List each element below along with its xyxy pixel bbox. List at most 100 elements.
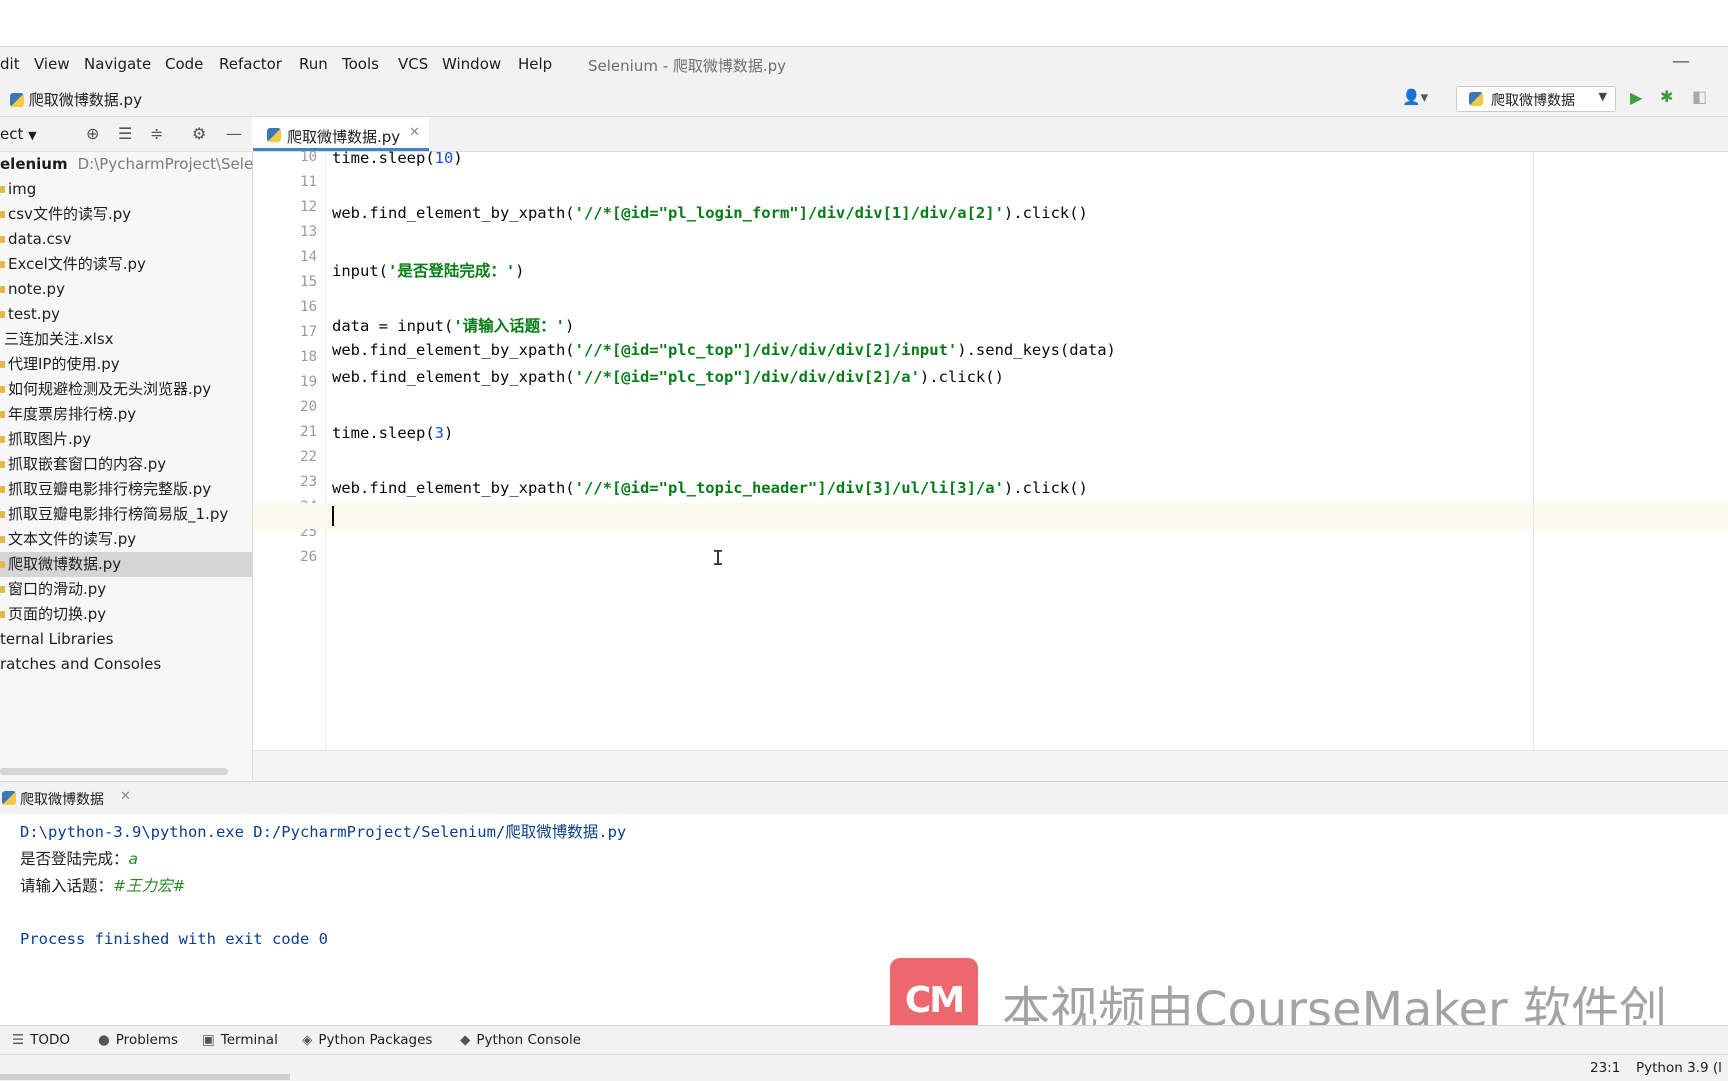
tree-item[interactable]: data.csv: [0, 227, 252, 252]
tree-item[interactable]: test.py: [0, 302, 252, 327]
menu-navigate[interactable]: Navigate: [84, 55, 151, 73]
code-line-16[interactable]: data = input('请输入话题：'): [332, 314, 574, 336]
menu-vcs[interactable]: VCS: [398, 55, 428, 73]
console-line-1: 是否登陆完成：a: [20, 850, 139, 868]
chevron-down-icon: ▼: [1598, 90, 1607, 103]
editor-tab-bar: 爬取微博数据.py ✕: [253, 117, 1728, 152]
tree-item[interactable]: 三连加关注.xlsx: [0, 327, 252, 352]
text-caret: [332, 506, 334, 526]
line-number: 23: [300, 474, 317, 490]
screen-top-area: [0, 0, 1728, 46]
tree-item[interactable]: 抓取嵌套窗口的内容.py: [0, 452, 252, 477]
tree-item[interactable]: note.py: [0, 277, 252, 302]
minimize-button[interactable]: —: [1672, 51, 1690, 72]
problems-button[interactable]: ● Problems: [98, 1032, 178, 1048]
line-number: 16: [300, 299, 317, 315]
taskbar-strip: [0, 1074, 290, 1080]
tree-item[interactable]: 代理IP的使用.py: [0, 352, 252, 377]
line-number: 26: [300, 549, 317, 565]
menu-bar: dit View Navigate Code Refactor Run Tool…: [0, 46, 1728, 83]
hide-icon[interactable]: —: [226, 124, 242, 143]
breadcrumb-file[interactable]: 爬取微博数据.py: [29, 91, 142, 109]
line-number: 17: [300, 324, 317, 340]
line-number: 20: [300, 399, 317, 415]
menu-window[interactable]: Window: [442, 55, 501, 73]
right-margin-guide: [1533, 152, 1534, 750]
code-editor[interactable]: [326, 152, 1728, 750]
code-line-22[interactable]: web.find_element_by_xpath('//*[@id="pl_t…: [332, 479, 1088, 497]
editor-bottom-area: [253, 750, 1728, 781]
current-line-highlight: [253, 503, 1728, 529]
tree-item[interactable]: Excel文件的读写.py: [0, 252, 252, 277]
menu-help[interactable]: Help: [518, 55, 552, 73]
tree-item[interactable]: 抓取豆瓣电影排行榜简易版_1.py: [0, 502, 252, 527]
user-icon[interactable]: 👤▾: [1402, 88, 1428, 106]
tree-root[interactable]: elenium D:\PycharmProject\Seleniu: [0, 152, 276, 177]
expand-all-icon[interactable]: ☰: [118, 124, 132, 143]
tree-item[interactable]: 如何规避检测及无头浏览器.py: [0, 377, 252, 402]
gear-icon[interactable]: ⚙: [192, 124, 206, 143]
python-file-icon: [0, 211, 5, 218]
csv-file-icon: [0, 236, 5, 243]
project-tree: elenium D:\PycharmProject\Seleniu img csv…: [0, 152, 276, 780]
editor-tab-active[interactable]: 爬取微博数据.py ✕: [253, 117, 429, 151]
python-file-icon: [0, 411, 5, 418]
menu-refactor[interactable]: Refactor: [219, 55, 282, 73]
breadcrumb[interactable]: 爬取微博数据.py: [10, 89, 142, 110]
tree-item[interactable]: csv文件的读写.py: [0, 202, 252, 227]
code-line-20[interactable]: time.sleep(3): [332, 424, 453, 442]
tree-item[interactable]: 年度票房排行榜.py: [0, 402, 252, 427]
collapse-all-icon[interactable]: ≑: [150, 124, 163, 143]
close-icon[interactable]: ✕: [120, 789, 131, 804]
run-icon[interactable]: ▶: [1630, 88, 1642, 107]
console-finished: Process finished with exit code 0: [20, 930, 328, 948]
tree-item[interactable]: 页面的切换.py: [0, 602, 252, 627]
menu-tools[interactable]: Tools: [342, 55, 379, 73]
python-file-icon: [0, 586, 5, 593]
tree-item[interactable]: 抓取图片.py: [0, 427, 252, 452]
code-line-18[interactable]: web.find_element_by_xpath('//*[@id="plc_…: [332, 368, 1004, 386]
interpreter-selector[interactable]: Python 3.9 (l: [1636, 1060, 1722, 1076]
line-number: 10: [300, 149, 317, 165]
line-number: 18: [300, 349, 317, 365]
tree-item[interactable]: 文本文件的读写.py: [0, 527, 252, 552]
tree-item[interactable]: 窗口的滑动.py: [0, 577, 252, 602]
terminal-button[interactable]: ▣ Terminal: [202, 1032, 278, 1048]
menu-run[interactable]: Run: [299, 55, 328, 73]
project-view-selector[interactable]: ect ▼: [0, 125, 37, 143]
todo-button[interactable]: ☰ TODO: [12, 1032, 70, 1048]
code-line-10[interactable]: time.sleep(10): [332, 149, 463, 167]
menu-edit[interactable]: dit: [0, 55, 20, 73]
code-line-12[interactable]: web.find_element_by_xpath('//*[@id="pl_l…: [332, 204, 1088, 222]
python-file-icon: [0, 486, 5, 493]
tree-item[interactable]: 抓取豆瓣电影排行榜完整版.py: [0, 477, 252, 502]
python-file-icon: [10, 93, 24, 107]
menu-view[interactable]: View: [34, 55, 70, 73]
code-line-14[interactable]: input('是否登陆完成：'): [332, 259, 525, 281]
tree-item-selected[interactable]: 爬取微博数据.py: [0, 552, 252, 577]
run-configuration-select[interactable]: 爬取微博数据 ▼: [1456, 86, 1616, 112]
code-line-17[interactable]: web.find_element_by_xpath('//*[@id="plc_…: [332, 341, 1116, 359]
python-file-icon: [0, 536, 5, 543]
locate-icon[interactable]: ⊕: [86, 124, 99, 143]
coverage-icon[interactable]: ◧: [1692, 87, 1707, 106]
python-console-button[interactable]: ◆ Python Console: [460, 1032, 581, 1048]
line-number: 22: [300, 449, 317, 465]
console-user-input: #王力宏#: [113, 877, 186, 895]
tree-item-img[interactable]: img: [0, 177, 252, 202]
run-tab[interactable]: 爬取微博数据 ✕: [0, 782, 140, 814]
tree-scratches[interactable]: ratches and Consoles: [0, 652, 252, 677]
debug-icon[interactable]: ✱: [1660, 87, 1673, 106]
console-icon: ◆: [460, 1032, 471, 1048]
window-title: Selenium - 爬取微博数据.py: [588, 57, 787, 75]
python-file-icon: [0, 261, 5, 268]
python-packages-button[interactable]: ◈ Python Packages: [302, 1032, 432, 1048]
python-file-icon: [1469, 92, 1483, 106]
close-icon[interactable]: ✕: [409, 125, 420, 140]
caret-position[interactable]: 23:1: [1590, 1060, 1620, 1076]
run-tab-label: 爬取微博数据: [20, 792, 104, 808]
navigation-bar: 爬取微博数据.py 👤▾ 爬取微博数据 ▼ ▶ ✱ ◧: [0, 82, 1728, 117]
menu-code[interactable]: Code: [165, 55, 203, 73]
tree-external-libraries[interactable]: ternal Libraries: [0, 627, 252, 652]
project-scrollbar[interactable]: [0, 768, 228, 775]
